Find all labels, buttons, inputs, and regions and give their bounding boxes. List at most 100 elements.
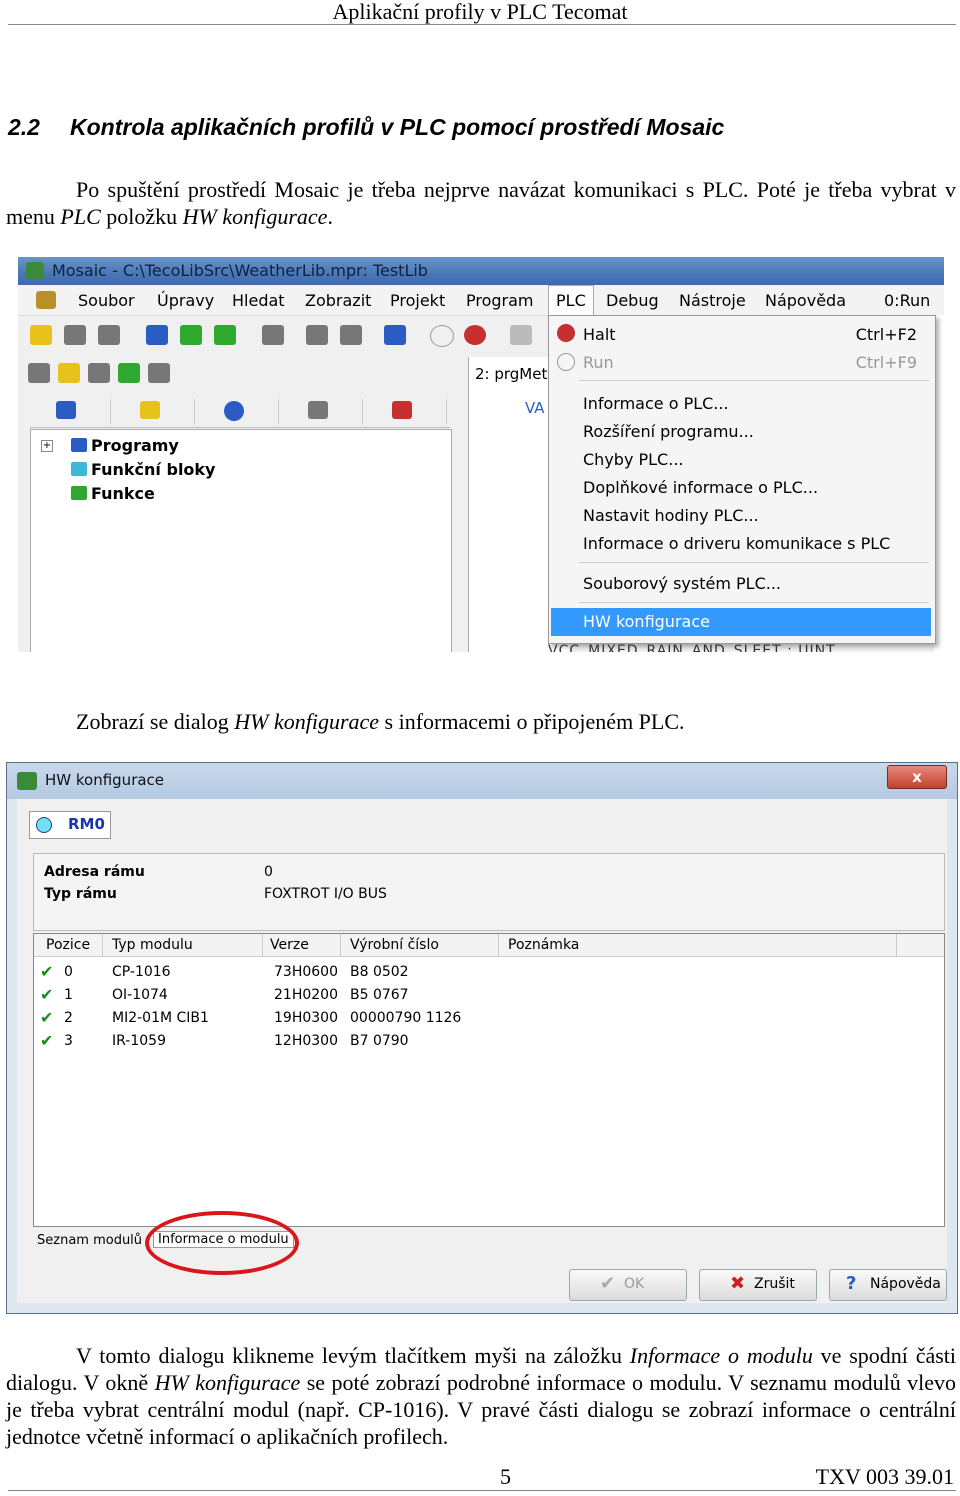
highlight-circle (145, 1211, 299, 1275)
menu-item-hw-config[interactable]: HW konfigurace (551, 608, 931, 636)
connect-icon[interactable] (384, 325, 406, 345)
halt-shortcut: Ctrl+F2 (855, 325, 917, 344)
library-icon (392, 401, 412, 419)
menu-item-set-clock[interactable]: Nastavit hodiny PLC... (583, 506, 759, 525)
table-row[interactable]: ✔ 0 CP-1016 73H0600 B8 0502 (34, 962, 944, 984)
menu-app-icon (36, 291, 56, 309)
rack-address-label: Adresa rámu (44, 864, 145, 880)
cell-version: 21H0200 (274, 987, 338, 1003)
menu-plc[interactable]: PLC (556, 291, 586, 310)
cell-position: 1 (64, 987, 73, 1003)
para1-italic-1: PLC (60, 204, 101, 229)
tab-libraries[interactable] (366, 399, 447, 425)
tab-globals[interactable] (198, 399, 279, 425)
build-all-icon[interactable] (214, 325, 236, 345)
open-icon[interactable] (30, 325, 52, 345)
layout-icon[interactable] (58, 363, 80, 383)
menu-hledat[interactable]: Hledat (232, 291, 285, 310)
menu-nastroje[interactable]: Nástroje (679, 291, 746, 310)
section-number: 2.2 (8, 114, 40, 140)
column-header-module-type[interactable]: Typ modulu (112, 937, 193, 953)
table-row[interactable]: ✔ 2 MI2-01M CIB1 19H0300 00000790 1126 (34, 1008, 944, 1030)
menu-item-halt[interactable]: Halt (583, 325, 616, 344)
editor-bottom-text: VCC_MIXED_RAIN_AND_SLEET : UINT (548, 643, 836, 652)
menu-item-program-extension[interactable]: Rozšíření programu... (583, 422, 754, 441)
tree-item-functions[interactable]: Funkce (91, 484, 155, 503)
para2-text-1: Zobrazí se dialog (76, 709, 235, 734)
menu-projekt[interactable]: Projekt (390, 291, 445, 310)
column-header-note[interactable]: Poznámka (508, 937, 579, 953)
menu-zobrazit[interactable]: Zobrazit (305, 291, 371, 310)
hw-dialog-icon (17, 772, 37, 790)
build-icon[interactable] (180, 325, 202, 345)
copy-icon[interactable] (88, 363, 110, 383)
editor-text: VA (525, 399, 545, 417)
tree-item-programs[interactable]: Programy (91, 436, 179, 455)
programs-icon (71, 438, 87, 452)
tab-files[interactable] (114, 399, 195, 425)
cell-module-type: OI-1074 (112, 987, 168, 1003)
console-icon[interactable] (148, 363, 170, 383)
menu-item-filesystem[interactable]: Souborový systém PLC... (583, 574, 781, 593)
menu-item-plc-info[interactable]: Informace o PLC... (583, 394, 729, 413)
files-icon (140, 401, 160, 419)
tab-types[interactable] (282, 399, 363, 425)
menu-debug[interactable]: Debug (606, 291, 659, 310)
upload-icon[interactable] (340, 325, 362, 345)
rack-info: Adresa rámu 0 Typ rámu FOXTROT I/O BUS (33, 853, 945, 931)
para2-text-2: s informacemi o připojeném PLC. (379, 709, 685, 734)
editor-tab[interactable]: 2: prgMet (475, 365, 547, 383)
stop-icon[interactable] (464, 325, 486, 345)
menu-upravy[interactable]: Úpravy (157, 291, 214, 310)
run-icon[interactable] (430, 325, 454, 347)
table-row[interactable]: ✔ 3 IR-1059 12H0300 B7 0790 (34, 1031, 944, 1053)
expand-icon[interactable]: + (41, 440, 53, 452)
menu-item-plc-errors[interactable]: Chyby PLC... (583, 450, 683, 469)
save-all-icon[interactable] (98, 325, 120, 345)
rack-tab[interactable]: RM0 (29, 811, 111, 839)
compile-icon[interactable] (146, 325, 168, 345)
window-icon[interactable] (28, 363, 50, 383)
close-button[interactable]: x (887, 765, 947, 789)
globe-icon (224, 401, 244, 421)
cell-module-type: MI2-01M CIB1 (112, 1010, 209, 1026)
table-row[interactable]: ✔ 1 OI-1074 21H0200 B5 0767 (34, 985, 944, 1007)
mosaic-menubar: Soubor Úpravy Hledat Zobrazit Projekt Pr… (18, 285, 944, 316)
column-header-position[interactable]: Pozice (46, 937, 90, 953)
gear-icon[interactable] (118, 363, 140, 383)
paragraph-2: Zobrazí se dialog HW konfigurace s infor… (6, 708, 956, 735)
column-separator (262, 934, 263, 956)
mosaic-screenshot: Mosaic - C:\TecoLibSrc\WeatherLib.mpr: T… (18, 257, 944, 652)
column-separator (340, 934, 341, 956)
help-icon: ? (846, 1273, 857, 1294)
rack-address-value: 0 (264, 864, 273, 880)
menu-item-driver-info[interactable]: Informace o driveru komunikace s PLC (583, 534, 890, 553)
plc-menu-dropdown: Halt Ctrl+F2 Run Ctrl+F9 Informace o PLC… (548, 315, 936, 644)
download-icon[interactable] (306, 325, 328, 345)
help-button[interactable]: ? Nápověda (829, 1269, 947, 1301)
rack-status-icon (36, 817, 52, 833)
menu-napoveda[interactable]: Nápověda (765, 291, 846, 310)
tree-item-function-blocks[interactable]: Funkční bloky (91, 460, 215, 479)
hw-config-screenshot: HW konfigurace x RM0 Adresa rámu 0 Typ r… (6, 762, 958, 1314)
cell-version: 12H0300 (274, 1033, 338, 1049)
reset-icon[interactable] (510, 325, 532, 345)
header-rule (8, 24, 956, 25)
column-header-version[interactable]: Verze (270, 937, 309, 953)
tab-pou[interactable] (30, 399, 111, 425)
menu-soubor[interactable]: Soubor (78, 291, 135, 310)
cancel-button[interactable]: ✖ Zrušit (699, 1269, 817, 1301)
tab-module-list[interactable]: Seznam modulů (37, 1233, 142, 1248)
cell-position: 0 (64, 964, 73, 980)
menu-item-extra-info[interactable]: Doplňkové informace o PLC... (583, 478, 818, 497)
para1-text-4: . (327, 204, 333, 229)
cell-serial: B7 0790 (350, 1033, 409, 1049)
column-header-serial[interactable]: Výrobní číslo (350, 937, 439, 953)
section-heading: 2.2 Kontrola aplikačních profilů v PLC po… (8, 114, 724, 141)
menu-program[interactable]: Program (466, 291, 534, 310)
notes-icon[interactable] (262, 325, 284, 345)
menu-item-run[interactable]: Run (583, 353, 614, 372)
ok-button[interactable]: ✔ OK (569, 1269, 687, 1301)
project-tabs (30, 393, 450, 428)
save-icon[interactable] (64, 325, 86, 345)
